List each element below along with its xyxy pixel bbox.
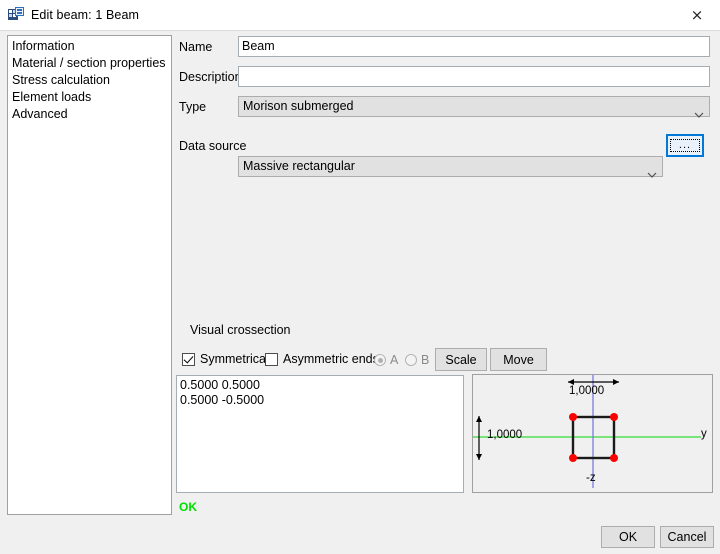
ok-button[interactable]: OK <box>601 526 655 548</box>
sidebar-item-advanced[interactable]: Advanced <box>8 106 171 123</box>
data-source-browse-button[interactable]: ... <box>666 134 704 157</box>
cancel-button[interactable]: Cancel <box>660 526 714 548</box>
title-bar: Edit beam: 1 Beam × <box>0 0 720 31</box>
sidebar-item-material-section-properties[interactable]: Material / section properties <box>8 55 171 72</box>
visual-crossection-title: Visual crossection <box>190 323 291 337</box>
type-label: Type <box>179 100 207 114</box>
radio-icon <box>374 354 386 366</box>
navigation-list[interactable]: Information Material / section propertie… <box>7 35 172 515</box>
move-button[interactable]: Move <box>490 348 547 371</box>
coordinates-textarea[interactable]: 0.5000 0.5000 0.5000 -0.5000 <box>176 375 464 493</box>
symmetrical-checkbox[interactable]: Symmetrical <box>182 352 269 366</box>
data-source-dropdown[interactable]: Massive rectangular <box>238 156 663 178</box>
height-dimension-label: 1,0000 <box>487 429 523 441</box>
z-axis-label: -z <box>586 472 596 484</box>
type-dropdown-value: Morison submerged <box>243 99 354 113</box>
description-input[interactable] <box>238 66 710 87</box>
app-icon <box>8 7 24 23</box>
radio-a-label: A <box>390 353 399 367</box>
symmetrical-label: Symmetrical <box>200 352 269 366</box>
asymmetric-ends-checkbox[interactable]: Asymmetric ends <box>265 352 379 366</box>
data-source-label: Data source <box>179 139 247 153</box>
node-point <box>569 413 577 421</box>
node-point <box>610 413 618 421</box>
width-dimension-label: 1,0000 <box>569 385 605 397</box>
description-label: Description <box>179 70 242 84</box>
sidebar-item-information[interactable]: Information <box>8 38 171 55</box>
chevron-down-icon <box>694 105 704 118</box>
sidebar-item-stress-calculation[interactable]: Stress calculation <box>8 72 171 89</box>
window-title: Edit beam: 1 Beam <box>31 8 140 22</box>
radio-icon <box>405 354 417 366</box>
checkbox-icon <box>265 352 278 366</box>
asymmetric-ends-label: Asymmetric ends <box>283 352 379 366</box>
node-point <box>610 454 618 462</box>
y-axis-label: y <box>701 428 707 440</box>
node-point <box>569 454 577 462</box>
scale-button[interactable]: Scale <box>435 348 487 371</box>
sidebar-item-element-loads[interactable]: Element loads <box>8 89 171 106</box>
status-badge: OK <box>179 500 197 514</box>
data-source-dropdown-value: Massive rectangular <box>243 159 355 173</box>
radio-a[interactable]: A <box>374 353 398 367</box>
type-dropdown[interactable]: Morison submerged <box>238 96 710 118</box>
name-label: Name <box>179 40 213 54</box>
chevron-down-icon <box>647 165 657 178</box>
radio-b[interactable]: B <box>405 353 429 367</box>
crossection-diagram: 1,0000 1,0000 y -z <box>472 374 713 493</box>
close-icon[interactable]: × <box>674 0 720 30</box>
browse-button-label: ... <box>669 138 701 153</box>
checkbox-icon <box>182 352 195 366</box>
name-input[interactable]: Beam <box>238 36 710 57</box>
radio-b-label: B <box>421 353 430 367</box>
